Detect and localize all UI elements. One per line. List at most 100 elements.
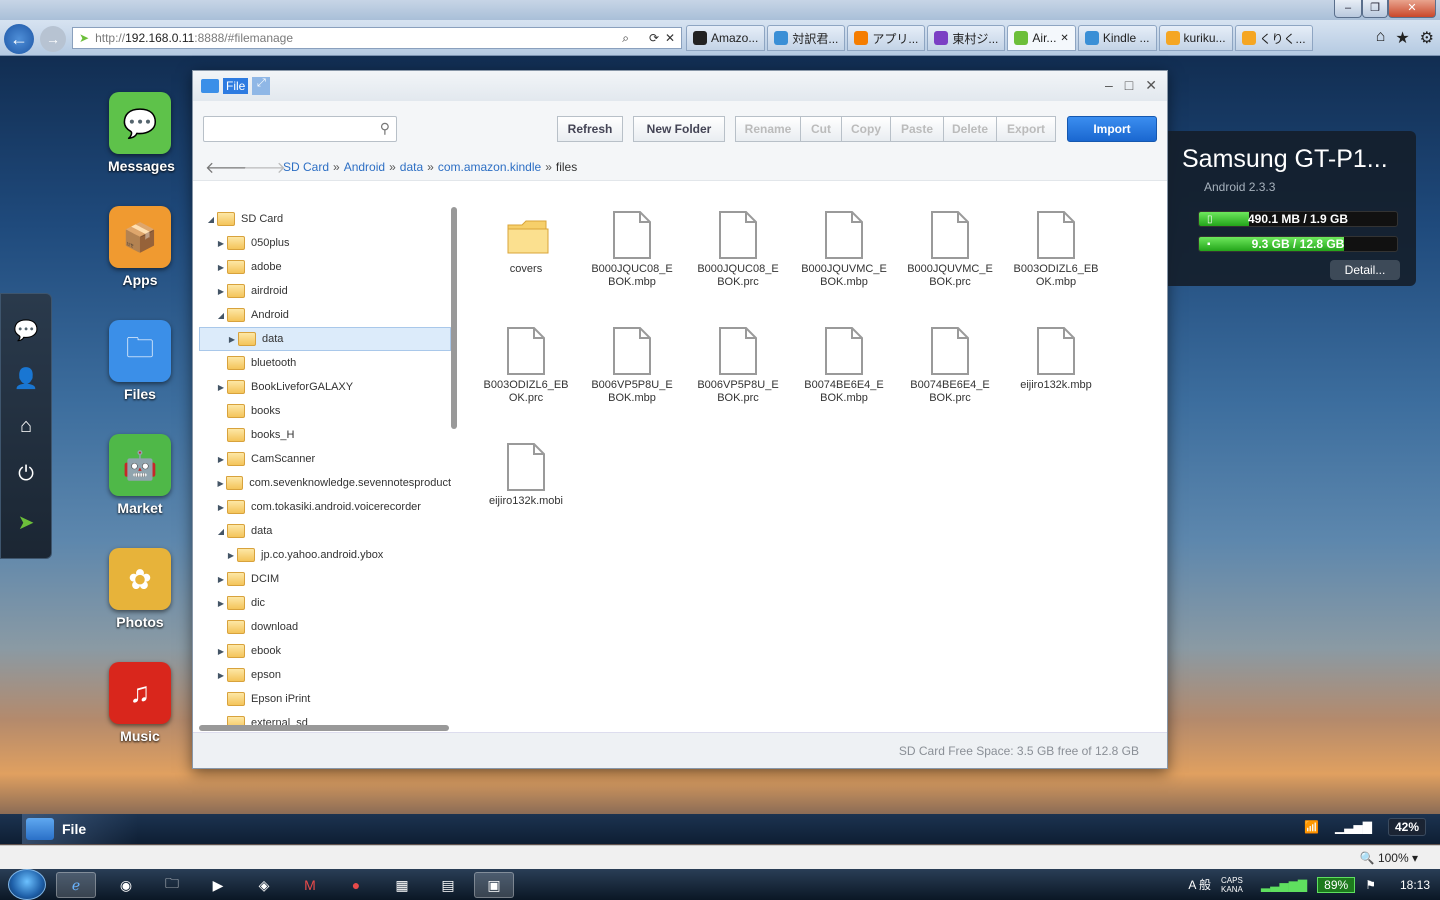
breadcrumb-item[interactable]: Android bbox=[344, 160, 385, 174]
expand-arrow-icon[interactable]: ▶ bbox=[215, 239, 227, 248]
expand-arrow-icon[interactable]: ▶ bbox=[225, 551, 237, 560]
popout-icon[interactable]: ⤢ bbox=[252, 77, 271, 95]
tree-node[interactable]: ▶ ebook bbox=[199, 639, 451, 663]
tree-node[interactable]: ◢ SD Card bbox=[199, 207, 451, 231]
rename-button[interactable]: Rename bbox=[735, 116, 801, 142]
app-photos[interactable]: ✿ Photos bbox=[108, 548, 172, 630]
breadcrumb-item[interactable]: data bbox=[400, 160, 423, 174]
delete-button[interactable]: Delete bbox=[943, 116, 997, 142]
add-contact-icon[interactable]: 👤 bbox=[1, 354, 51, 402]
expand-arrow-icon[interactable]: ▶ bbox=[215, 575, 227, 584]
file-item[interactable]: eijiro132k.mbp bbox=[1003, 327, 1109, 392]
tree-node[interactable]: ▶ DCIM bbox=[199, 567, 451, 591]
taskbar-file-item[interactable]: File bbox=[22, 814, 138, 844]
window-maximize-icon[interactable]: □ bbox=[1125, 77, 1133, 94]
file-item[interactable]: B003ODIZL6_EBOK.mbp bbox=[1003, 211, 1109, 289]
new-message-icon[interactable]: 💬 bbox=[1, 306, 51, 354]
close-window-button[interactable]: ✕ bbox=[1388, 0, 1436, 18]
paste-button[interactable]: Paste bbox=[890, 116, 944, 142]
browser-tab[interactable]: Kindle ... bbox=[1077, 25, 1157, 51]
app-files[interactable]: 🗀 Files bbox=[108, 320, 172, 402]
cut-button[interactable]: Cut bbox=[800, 116, 842, 142]
file-item[interactable]: B000JQUC08_EBOK.mbp bbox=[579, 211, 685, 289]
app5-taskbar-icon[interactable]: ▦ bbox=[382, 872, 422, 898]
file-item[interactable]: B0074BE6E4_EBOK.mbp bbox=[791, 327, 897, 405]
expand-arrow-icon[interactable]: ▶ bbox=[215, 479, 226, 488]
forward-button[interactable]: → bbox=[40, 26, 66, 52]
file-item[interactable]: B000JQUC08_EBOK.prc bbox=[685, 211, 791, 289]
expand-arrow-icon[interactable]: ▶ bbox=[215, 383, 227, 392]
new-folder-button[interactable]: New Folder bbox=[633, 116, 725, 142]
window-close-icon[interactable]: ✕ bbox=[1145, 77, 1157, 94]
tree-node[interactable]: ◢ Android bbox=[199, 303, 451, 327]
expand-arrow-icon[interactable]: ▶ bbox=[215, 599, 227, 608]
breadcrumb-item[interactable]: SD Card bbox=[283, 160, 329, 174]
file-search-input[interactable]: ⚲ bbox=[203, 116, 397, 142]
browser-tab[interactable]: kuriku... bbox=[1158, 25, 1233, 51]
tree-node[interactable]: ▶ BookLiveforGALAXY bbox=[199, 375, 451, 399]
tree-node[interactable]: ▶ 050plus bbox=[199, 231, 451, 255]
back-button[interactable]: ← bbox=[4, 24, 34, 54]
home-icon[interactable]: ⌂ bbox=[1, 402, 51, 450]
expand-arrow-icon[interactable]: ▶ bbox=[215, 287, 227, 296]
file-item[interactable]: B003ODIZL6_EBOK.prc bbox=[473, 327, 579, 405]
folder-item[interactable]: covers bbox=[473, 211, 579, 276]
expand-arrow-icon[interactable]: ▶ bbox=[215, 263, 227, 272]
ime-label[interactable]: A 般 bbox=[1188, 876, 1211, 893]
tree-node[interactable]: Epson iPrint bbox=[199, 687, 451, 711]
forward-arrow-icon[interactable]: 🡒 bbox=[243, 157, 286, 178]
media-taskbar-icon[interactable]: ▶ bbox=[198, 872, 238, 898]
expand-arrow-icon[interactable]: ▶ bbox=[226, 335, 238, 344]
collapse-arrow-icon[interactable]: ◢ bbox=[215, 311, 227, 320]
airdroid-logo-icon[interactable]: ➤ bbox=[1, 498, 51, 546]
tree-node[interactable]: ▶ airdroid bbox=[199, 279, 451, 303]
file-item[interactable]: B006VP5P8U_EBOK.mbp bbox=[579, 327, 685, 405]
collapse-arrow-icon[interactable]: ◢ bbox=[215, 527, 227, 536]
stop-icon[interactable]: ✕ bbox=[665, 31, 675, 45]
tree-node[interactable]: ▶ adobe bbox=[199, 255, 451, 279]
tree-node[interactable]: books bbox=[199, 399, 451, 423]
export-button[interactable]: Export bbox=[996, 116, 1056, 142]
favorites-star-icon[interactable]: ★ bbox=[1395, 28, 1409, 48]
file-item[interactable]: B006VP5P8U_EBOK.prc bbox=[685, 327, 791, 405]
app-apps[interactable]: 📦 Apps bbox=[108, 206, 172, 288]
tree-node[interactable]: ▶ CamScanner bbox=[199, 447, 451, 471]
app-taskbar-icon[interactable]: ◉ bbox=[106, 872, 146, 898]
tree-node[interactable]: ▶ jp.co.yahoo.android.ybox bbox=[199, 543, 451, 567]
copy-button[interactable]: Copy bbox=[841, 116, 891, 142]
browser-tab[interactable]: くりく... bbox=[1234, 25, 1313, 51]
browser-tab[interactable]: Amazo... bbox=[686, 25, 766, 51]
browser-tab[interactable]: 対訳君... bbox=[767, 25, 846, 51]
tree-node[interactable]: books_H bbox=[199, 423, 451, 447]
tools-gear-icon[interactable]: ⚙ bbox=[1420, 28, 1434, 48]
window-minimize-icon[interactable]: – bbox=[1105, 77, 1113, 94]
file-item[interactable]: B000JQUVMC_EBOK.prc bbox=[897, 211, 1003, 289]
refresh-page-icon[interactable]: ⟳ bbox=[649, 31, 659, 45]
app7-taskbar-icon[interactable]: ▣ bbox=[474, 872, 514, 898]
browser-tab[interactable]: Air... ✕ bbox=[1007, 25, 1076, 51]
app-messages[interactable]: 💬 Messages bbox=[108, 92, 175, 174]
tree-node[interactable]: ◢ data bbox=[199, 519, 451, 543]
home-icon[interactable]: ⌂ bbox=[1376, 28, 1386, 48]
power-icon[interactable]: ⏻ bbox=[1, 450, 51, 498]
address-bar[interactable]: ➤ http:// 192.168.0.11 :8888/#filemanage… bbox=[72, 27, 682, 49]
file-window-titlebar[interactable]: File ⤢ – □ ✕ bbox=[193, 71, 1167, 101]
explorer-taskbar-icon[interactable]: 🗀 bbox=[152, 872, 192, 898]
file-item[interactable]: B000JQUVMC_EBOK.mbp bbox=[791, 211, 897, 289]
app6-taskbar-icon[interactable]: ▤ bbox=[428, 872, 468, 898]
browser-tab[interactable]: アプリ... bbox=[847, 25, 926, 51]
zoom-level[interactable]: 🔍 100% ▾ bbox=[1360, 851, 1418, 865]
app3-taskbar-icon[interactable]: M bbox=[290, 872, 330, 898]
tree-node[interactable]: ▶ epson bbox=[199, 663, 451, 687]
breadcrumb-item[interactable]: com.amazon.kindle bbox=[438, 160, 541, 174]
ie-taskbar-icon[interactable]: ℯ bbox=[56, 872, 96, 898]
tree-node[interactable]: download bbox=[199, 615, 451, 639]
start-button[interactable] bbox=[8, 869, 46, 900]
close-tab-icon[interactable]: ✕ bbox=[1060, 33, 1068, 44]
expand-arrow-icon[interactable]: ▶ bbox=[215, 647, 227, 656]
detail-button[interactable]: Detail... bbox=[1330, 260, 1400, 280]
refresh-button[interactable]: Refresh bbox=[557, 116, 623, 142]
tree-node[interactable]: ▶ data bbox=[199, 327, 451, 351]
import-button[interactable]: Import bbox=[1067, 116, 1157, 142]
app4-taskbar-icon[interactable]: ● bbox=[336, 872, 376, 898]
